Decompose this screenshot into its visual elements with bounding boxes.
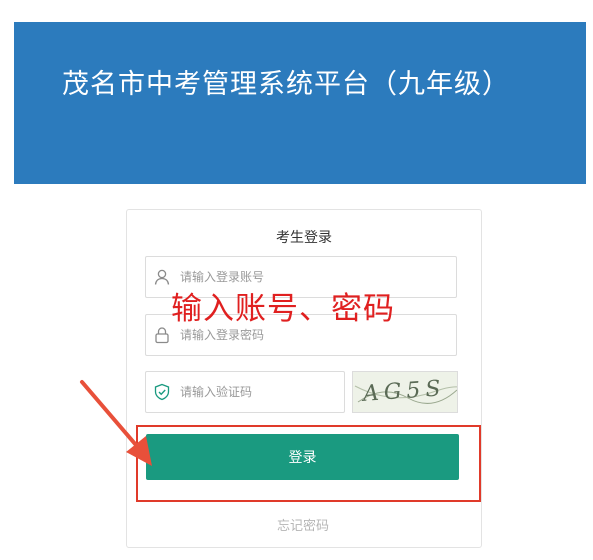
login-button[interactable]: 登录 (146, 434, 459, 480)
header-banner: 茂名市中考管理系统平台（九年级） (14, 22, 586, 184)
captcha-field[interactable] (145, 371, 345, 413)
shield-check-icon (152, 382, 172, 402)
annotation-text: 输入账号、密码 (171, 291, 395, 327)
forgot-password-link[interactable]: 忘记密码 (126, 515, 480, 534)
page-title: 茂名市中考管理系统平台（九年级） (62, 69, 510, 100)
captcha-input[interactable] (180, 372, 338, 412)
login-title: 考生登录 (276, 230, 332, 246)
user-icon (152, 267, 172, 287)
lock-icon (152, 325, 172, 345)
captcha-image[interactable]: AG5S (352, 371, 458, 413)
